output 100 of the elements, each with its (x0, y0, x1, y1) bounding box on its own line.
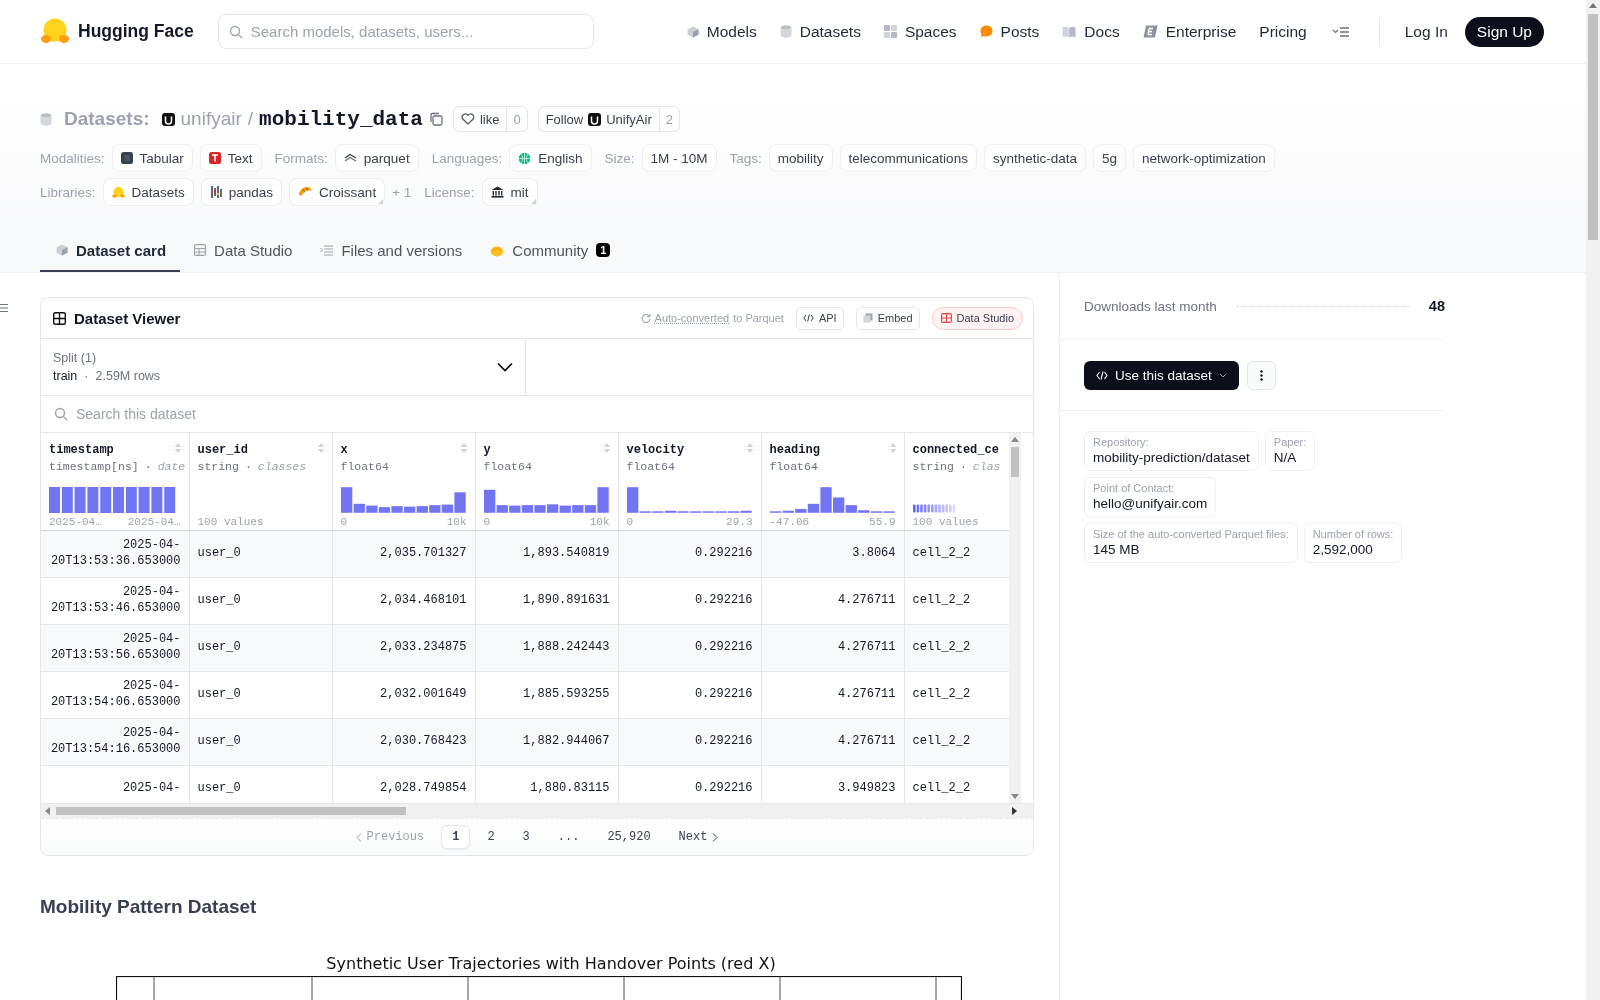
sort-icon (745, 442, 754, 454)
tab[interactable]: Community 1 (476, 230, 625, 272)
database-icon (40, 112, 52, 126)
table-cell: 0.292216 (618, 577, 761, 624)
table-cell: 2025-04-20T13:53:46.653000 (41, 577, 189, 624)
table-cell: 1,882.944067 (475, 718, 618, 765)
downloads-label: Downloads last month (1084, 298, 1217, 314)
nav-link[interactable]: Spaces (883, 22, 957, 41)
table-cell: 2,033.234875 (332, 624, 475, 671)
page-button[interactable]: ... (546, 825, 591, 849)
table-cell: 2,030.768423 (332, 718, 475, 765)
meta-label: Formats: (274, 150, 328, 166)
meta-label: Languages: (431, 150, 503, 166)
tag-chip[interactable]: pandas (200, 178, 283, 206)
tag-chip[interactable]: Croissant (289, 178, 386, 206)
speech-bubble-icon (979, 25, 993, 38)
embed-icon (862, 313, 873, 323)
column-type: timestamp[ns] (49, 460, 139, 473)
signup-button[interactable]: Sign Up (1464, 16, 1544, 47)
info-value: hello@unifyair.com (1093, 496, 1208, 511)
page-button[interactable]: 3 (511, 825, 541, 849)
column-hint: date (157, 460, 186, 473)
table-icon (53, 311, 66, 325)
tag-chip[interactable]: telecommunications (839, 144, 977, 172)
separator-dot: · (144, 460, 152, 473)
vertical-scrollbar[interactable] (1009, 433, 1021, 803)
nav-link[interactable]: Datasets (779, 22, 861, 41)
tab[interactable]: Dataset card (40, 230, 181, 272)
sort-icon (316, 442, 325, 454)
next-button[interactable]: Next (667, 825, 730, 849)
outline-icon (0, 303, 8, 313)
meta-label: License: (424, 184, 475, 200)
toolbar-button[interactable]: Data Studio (931, 306, 1023, 330)
tag-chip[interactable]: Tabular (111, 144, 193, 172)
info-label: Paper: (1273, 436, 1307, 448)
brand-name: Hugging Face (78, 21, 194, 42)
tag-chip[interactable]: 1M - 10M (641, 144, 717, 172)
info-value: 2,592,000 (1312, 542, 1374, 557)
table-cell: 4.276711 (761, 624, 904, 671)
column-name: x (340, 443, 348, 457)
tag-chip[interactable]: English (509, 144, 592, 172)
nav-link[interactable]: Pricing (1259, 22, 1307, 41)
info-value: mobility-prediction/dataset (1093, 450, 1250, 465)
tag-chip[interactable]: Text (199, 144, 262, 172)
page-scrollbar[interactable] (1586, 0, 1600, 1000)
dataset-name: mobility_data (259, 107, 423, 131)
section-label: Datasets: (64, 108, 150, 130)
table-icon (194, 244, 207, 256)
table-cell: 0.292216 (618, 624, 761, 671)
column-hint: clas (972, 460, 1001, 473)
page-button[interactable]: 1 (441, 825, 471, 849)
table-cell: 2,032.001649 (332, 671, 475, 718)
search-field[interactable]: Search models, datasets, users... (217, 14, 594, 49)
follow-button[interactable]: Follow UnifyAir (538, 107, 659, 131)
tag-chip[interactable]: mobility (768, 144, 833, 172)
grid-icon (883, 25, 897, 38)
tag-chip[interactable]: Datasets (102, 178, 194, 206)
nav-link[interactable]: Posts (979, 22, 1040, 41)
tab[interactable]: Data Studio (180, 230, 307, 272)
horizontal-scrollbar[interactable] (41, 803, 1033, 818)
table-cell: user_0 (189, 530, 332, 577)
tag-chip[interactable]: 5g (1092, 144, 1126, 172)
table-cell: 0.292216 (618, 718, 761, 765)
column-name: y (483, 443, 491, 457)
nav-link[interactable]: Docs (1062, 22, 1120, 41)
table-cell: 3.8064 (761, 530, 904, 577)
tag-chip[interactable]: parquet (334, 144, 419, 172)
tag-chip[interactable]: network-optimization (1132, 144, 1275, 172)
column-name: connected_ce (912, 443, 999, 457)
path-separator: / (247, 108, 254, 130)
table-cell: user_0 (189, 718, 332, 765)
page-button[interactable]: 2 (476, 825, 506, 849)
section-heading: Mobility Pattern Dataset (40, 896, 258, 918)
split-select[interactable]: Split (1) train · 2.59M rows (41, 339, 526, 395)
use-dataset-button[interactable]: Use this dataset (1084, 360, 1239, 390)
cube-icon (686, 25, 699, 38)
table-icon (120, 152, 133, 164)
more-button[interactable] (1246, 360, 1276, 390)
cube-icon (56, 244, 68, 256)
croissant-icon (298, 186, 313, 198)
nav-link[interactable]: Models (686, 22, 757, 41)
column-type: float64 (769, 460, 818, 473)
like-button[interactable]: like (453, 107, 507, 131)
tag-chip[interactable]: synthetic-data (983, 144, 1086, 172)
range-label: 0 (626, 516, 634, 528)
column-name: timestamp (49, 443, 114, 457)
viewer-title: Dataset Viewer (74, 309, 181, 327)
toolbar-button[interactable]: Embed (855, 306, 920, 330)
org-avatar-icon (161, 112, 175, 126)
tab[interactable]: Files and versions (306, 230, 477, 272)
tag-chip[interactable]: mit (481, 178, 538, 206)
nav-link[interactable]: Enterprise (1142, 22, 1237, 41)
login-link[interactable]: Log In (1404, 22, 1448, 41)
toolbar-button[interactable]: API (795, 306, 844, 330)
chevron-down-icon (497, 362, 513, 372)
column-name: velocity (626, 443, 685, 457)
column-type: string (197, 460, 239, 473)
column-name: user_id (197, 443, 248, 457)
page-button[interactable]: 25,920 (596, 825, 662, 849)
meta-label: Libraries: (40, 184, 96, 200)
